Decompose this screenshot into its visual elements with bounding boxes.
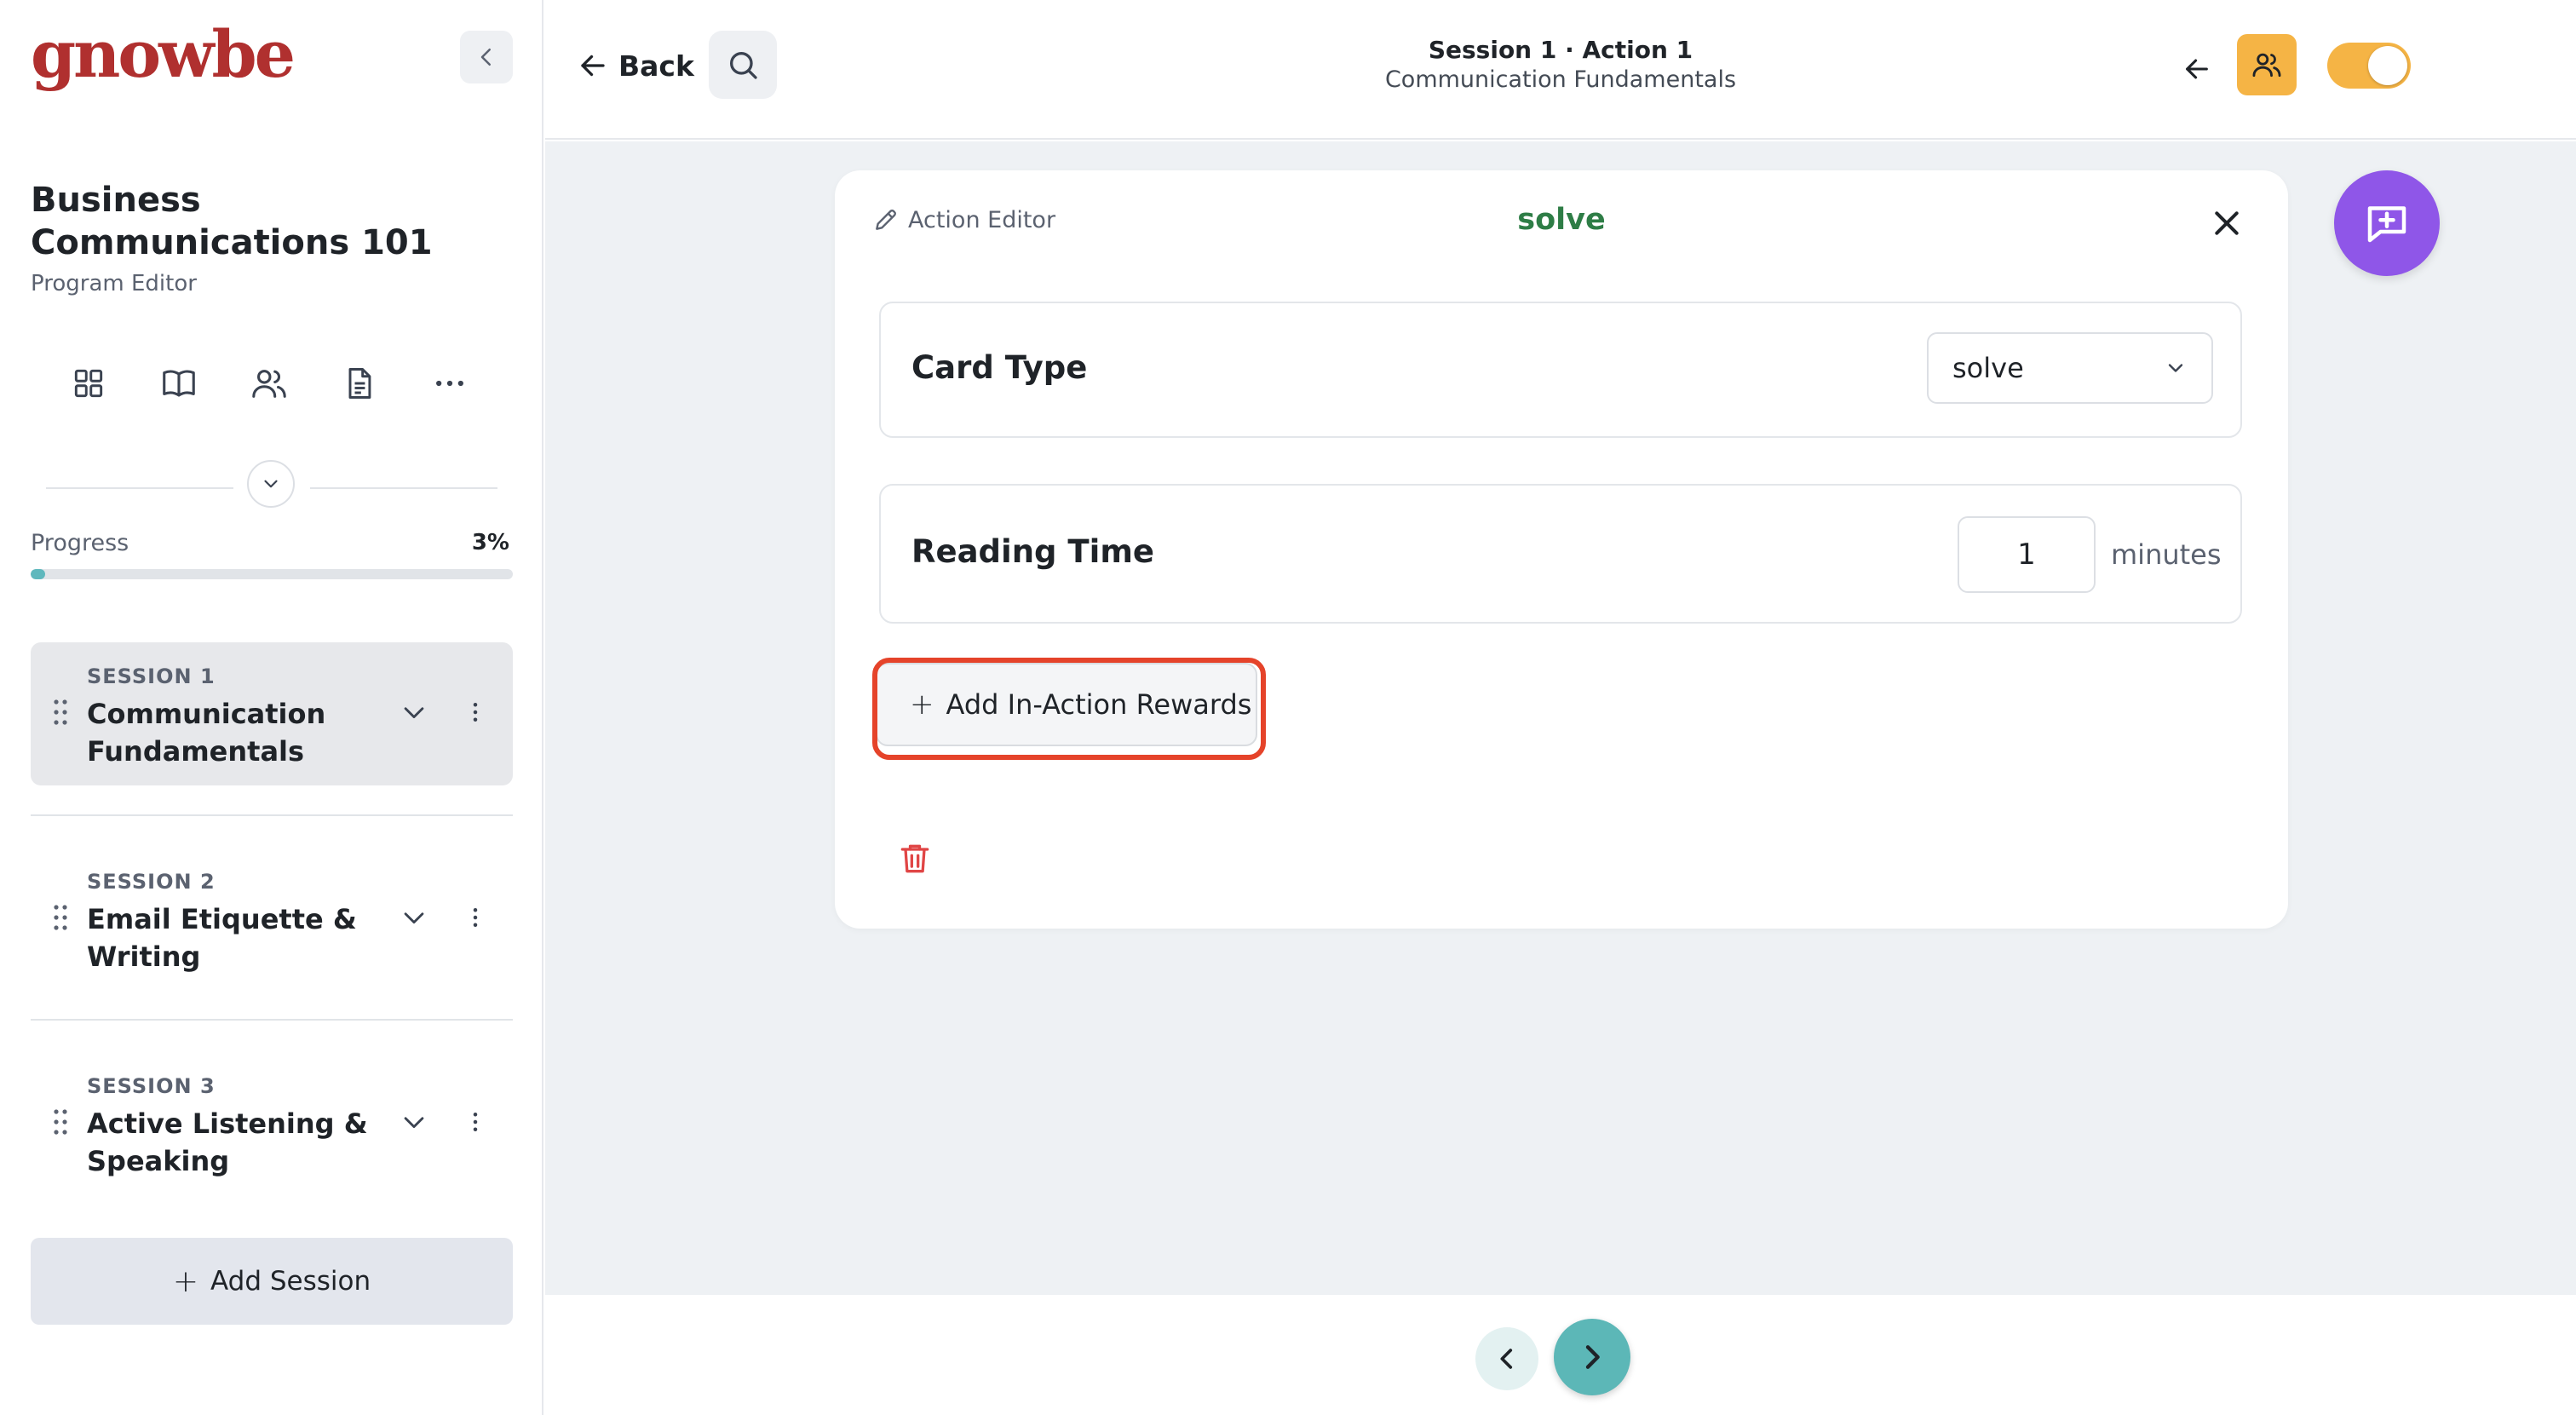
session-expand-button[interactable]	[395, 693, 433, 731]
previous-action-button[interactable]	[1475, 1327, 1538, 1390]
session-label: SESSION 1	[87, 664, 216, 688]
program-subtitle: Program Editor	[31, 271, 197, 296]
delete-action-button[interactable]	[891, 835, 939, 883]
action-editor-card: Action Editor solve Card Type solve Read…	[835, 170, 2288, 929]
sidebar-icon-bar	[65, 358, 474, 409]
session-menu-button[interactable]	[457, 1103, 494, 1141]
session-title: Communication Fundamentals	[87, 698, 326, 768]
kebab-menu-icon	[473, 1113, 478, 1131]
more-options-button[interactable]	[426, 360, 474, 407]
session-item-2[interactable]: SESSION 2 Email Etiquette & Writing	[31, 848, 513, 991]
kebab-menu-icon	[473, 703, 478, 722]
session-divider	[31, 814, 513, 816]
progress-bar-fill	[31, 569, 45, 579]
session-expand-button[interactable]	[395, 1103, 433, 1141]
add-comment-icon	[2367, 206, 2406, 243]
chevron-right-icon	[1585, 1345, 1600, 1369]
more-icon	[436, 380, 463, 387]
add-in-action-rewards-button[interactable]: + Add In-Action Rewards	[876, 663, 1257, 746]
plus-icon: +	[910, 687, 934, 722]
progress-label: Progress	[31, 530, 129, 556]
reading-time-input[interactable]	[1958, 516, 2096, 593]
plus-icon: +	[172, 1263, 198, 1299]
card-type-label: Card Type	[911, 349, 1088, 386]
pager-bar	[545, 1295, 2576, 1415]
session-title: Active Listening & Speaking	[87, 1107, 368, 1177]
drag-handle-icon[interactable]	[53, 699, 68, 726]
collapse-sidebar-button[interactable]	[460, 31, 513, 83]
trash-icon	[900, 844, 929, 873]
next-action-button[interactable]	[1554, 1319, 1630, 1395]
program-title: Business Communications 101	[31, 181, 433, 262]
document-icon	[348, 368, 371, 399]
users-button[interactable]	[245, 360, 293, 407]
session-expand-button[interactable]	[395, 899, 433, 936]
previous-view-button[interactable]	[2174, 46, 2220, 92]
chevron-down-icon	[404, 707, 424, 719]
chevron-down-icon	[264, 480, 278, 488]
documents-button[interactable]	[336, 360, 383, 407]
grid-icon	[74, 369, 103, 398]
top-bar: Back Session 1 · Action 1 Communication …	[545, 0, 2576, 140]
progress-value: 3%	[471, 530, 509, 555]
close-icon	[2215, 211, 2239, 235]
toggle-knob	[2368, 46, 2407, 85]
reading-time-label: Reading Time	[911, 533, 1154, 570]
drag-handle-icon[interactable]	[53, 904, 68, 931]
sidebar-divider	[46, 458, 497, 508]
session-title: Email Etiquette & Writing	[87, 903, 357, 973]
card-type-select[interactable]: solve	[1927, 332, 2213, 404]
session-label: SESSION 2	[87, 870, 216, 894]
add-session-button[interactable]: + Add Session	[31, 1238, 513, 1325]
session-item-3[interactable]: SESSION 3 Active Listening & Speaking	[31, 1052, 513, 1195]
session-menu-button[interactable]	[457, 899, 494, 936]
progress-bar	[31, 569, 513, 579]
chevron-down-icon	[2168, 364, 2183, 372]
drag-handle-icon[interactable]	[53, 1108, 68, 1136]
kebab-menu-icon	[473, 908, 478, 927]
grid-view-button[interactable]	[65, 360, 112, 407]
add-comment-fab[interactable]	[2334, 170, 2440, 276]
book-icon	[163, 370, 195, 397]
participants-button[interactable]	[2237, 34, 2297, 95]
session-divider	[31, 1019, 513, 1021]
users-icon	[2252, 53, 2281, 78]
close-editor-button[interactable]	[2203, 199, 2251, 247]
card-type-field: Card Type solve	[879, 302, 2242, 438]
card-type-heading: solve	[1517, 203, 1606, 237]
chevron-left-icon	[480, 49, 491, 66]
chevron-left-icon	[1500, 1349, 1513, 1369]
mode-toggle[interactable]	[2327, 43, 2411, 89]
expand-toggle-button[interactable]	[247, 460, 295, 508]
card-type-selected-value: solve	[1952, 352, 2024, 384]
session-label: SESSION 3	[87, 1074, 216, 1098]
add-session-label: Add Session	[210, 1266, 371, 1297]
chevron-down-icon	[404, 912, 424, 924]
sidebar: gnowbe Business Communications 101 Progr…	[0, 0, 543, 1415]
reading-time-field: Reading Time minutes	[879, 484, 2242, 624]
users-icon	[252, 370, 286, 398]
chevron-down-icon	[404, 1117, 424, 1129]
session-item-1[interactable]: SESSION 1 Communication Fundamentals	[31, 642, 513, 785]
session-menu-button[interactable]	[457, 693, 494, 731]
add-rewards-label: Add In-Action Rewards	[946, 688, 1252, 721]
gnowbe-logo[interactable]: gnowbe	[31, 12, 296, 97]
arrow-left-icon	[2186, 59, 2208, 79]
library-button[interactable]	[155, 360, 203, 407]
reading-time-unit: minutes	[2111, 538, 2222, 571]
